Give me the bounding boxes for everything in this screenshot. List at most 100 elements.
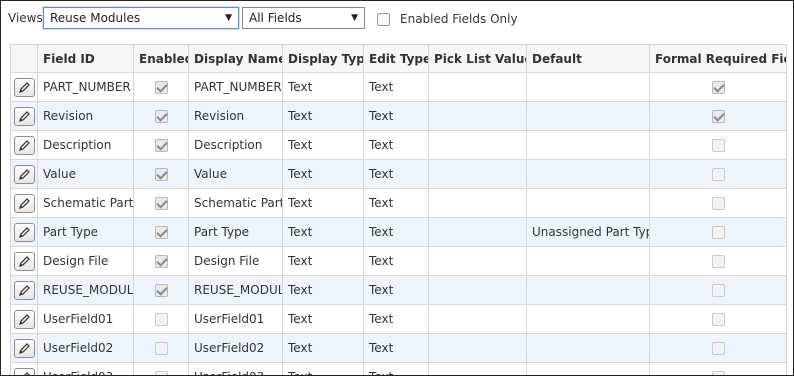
pick-list-values-cell [428,362,527,375]
edit-row-button[interactable] [13,135,35,155]
chevron-down-icon: ▼ [225,13,232,23]
formal-required-cell [649,130,787,160]
table-row[interactable]: Part Type Part Type Text Text Unassigned Par… [10,217,787,247]
display-name-cell: Value [188,159,283,189]
default-cell [526,362,650,375]
formal-required-checkbox[interactable] [711,139,725,152]
formal-required-checkbox[interactable] [711,255,725,268]
edit-cell [10,246,38,276]
edit-row-button[interactable] [13,106,35,126]
pick-list-values-cell [428,188,527,218]
table-row[interactable]: Schematic Part Schematic Part Text Text [10,188,787,218]
column-header-field-id[interactable]: Field ID [37,44,134,73]
display-type-cell: Text [282,246,364,276]
formal-required-checkbox[interactable] [711,342,725,355]
enabled-checkbox[interactable] [154,226,168,239]
column-header-default[interactable]: Default [526,44,650,73]
enabled-checkbox[interactable] [154,313,168,326]
table-row[interactable]: UserField01 UserField01 Text Text [10,304,787,334]
edit-row-button[interactable] [13,309,35,329]
display-name-cell: REUSE_MODULE [188,275,283,305]
table-row[interactable]: Design File Design File Text Text [10,246,787,276]
edit-cell [10,72,38,102]
edit-row-button[interactable] [13,338,35,358]
display-type-cell: Text [282,159,364,189]
table-row[interactable]: PART_NUMBER PART_NUMBER Text Text [10,72,787,102]
enabled-checkbox[interactable] [154,342,168,355]
formal-required-cell [649,304,787,334]
edit-type-cell: Text [363,130,429,160]
formal-required-cell [649,333,787,363]
pick-list-values-cell [428,246,527,276]
table-row[interactable]: REUSE_MODULE REUSE_MODULE Text Text [10,275,787,305]
edit-row-button[interactable] [13,367,35,375]
formal-required-checkbox[interactable] [711,313,725,326]
field-id-cell: Schematic Part [37,188,134,218]
column-header-formal-required[interactable]: Formal Required Field [649,44,787,73]
default-cell [526,72,650,102]
enabled-checkbox[interactable] [154,284,168,297]
enabled-checkbox[interactable] [154,110,168,123]
enabled-cell [133,246,189,276]
fields-filter-select[interactable]: All Fields ▼ [242,7,365,29]
enabled-checkbox[interactable] [154,139,168,152]
formal-required-checkbox[interactable] [711,284,725,297]
chevron-down-icon: ▼ [351,13,358,23]
enabled-cell [133,217,189,247]
table-row[interactable]: UserField03UserField03TextText [10,362,787,375]
edit-type-cell: Text [363,72,429,102]
pick-list-values-cell [428,217,527,247]
field-id-cell: UserField03 [37,362,134,375]
formal-required-checkbox[interactable] [711,197,725,210]
edit-row-button[interactable] [13,280,35,300]
edit-type-cell: Text [363,246,429,276]
edit-cell [10,188,38,218]
enabled-cell [133,304,189,334]
table-row[interactable]: UserField02 UserField02 Text Text [10,333,787,363]
toolbar: Views Reuse Modules ▼ All Fields ▼ Enabl… [1,1,793,37]
enabled-cell [133,333,189,363]
enabled-checkbox[interactable] [154,81,168,94]
table-row[interactable]: Value Value Text Text [10,159,787,189]
display-name-cell: Description [188,130,283,160]
edit-row-button[interactable] [13,77,35,97]
enabled-checkbox[interactable] [154,197,168,210]
table-row[interactable]: Revision Revision Text Text [10,101,787,131]
enabled-cell [133,101,189,131]
views-select[interactable]: Reuse Modules ▼ [43,7,239,29]
edit-row-button[interactable] [13,222,35,242]
table-body: PART_NUMBER PART_NUMBER Text Text Revision Re… [10,72,787,375]
formal-required-checkbox[interactable] [711,168,725,181]
default-cell [526,333,650,363]
enabled-only-checkbox[interactable] [377,13,390,26]
edit-row-button[interactable] [13,251,35,271]
edit-type-cell: Text [363,275,429,305]
column-header-enabled[interactable]: Enabled [133,44,189,73]
display-name-cell: Revision [188,101,283,131]
views-label: Views [8,11,43,25]
display-type-cell: Text [282,72,364,102]
edit-cell [10,362,38,375]
default-cell [526,188,650,218]
display-type-cell: Text [282,275,364,305]
fields-select-value: All Fields [249,11,302,25]
display-type-cell: Text [282,304,364,334]
column-header-display-name[interactable]: Display Name [188,44,283,73]
column-header-edit-type[interactable]: Edit Type [363,44,429,73]
formal-required-checkbox[interactable] [711,371,725,375]
pick-list-values-cell [428,72,527,102]
field-id-cell: Revision [37,101,134,131]
table-row[interactable]: Description Description Text Text [10,130,787,160]
column-header-display-type[interactable]: Display Type [282,44,364,73]
formal-required-checkbox[interactable] [711,226,725,239]
enabled-checkbox[interactable] [154,255,168,268]
edit-row-button[interactable] [13,193,35,213]
edit-row-button[interactable] [13,164,35,184]
enabled-checkbox[interactable] [154,371,168,375]
enabled-checkbox[interactable] [154,168,168,181]
default-cell [526,275,650,305]
column-header-pick-list-values[interactable]: Pick List Values [428,44,527,73]
field-id-cell: UserField02 [37,333,134,363]
formal-required-checkbox[interactable] [711,110,725,123]
formal-required-checkbox[interactable] [711,81,725,94]
